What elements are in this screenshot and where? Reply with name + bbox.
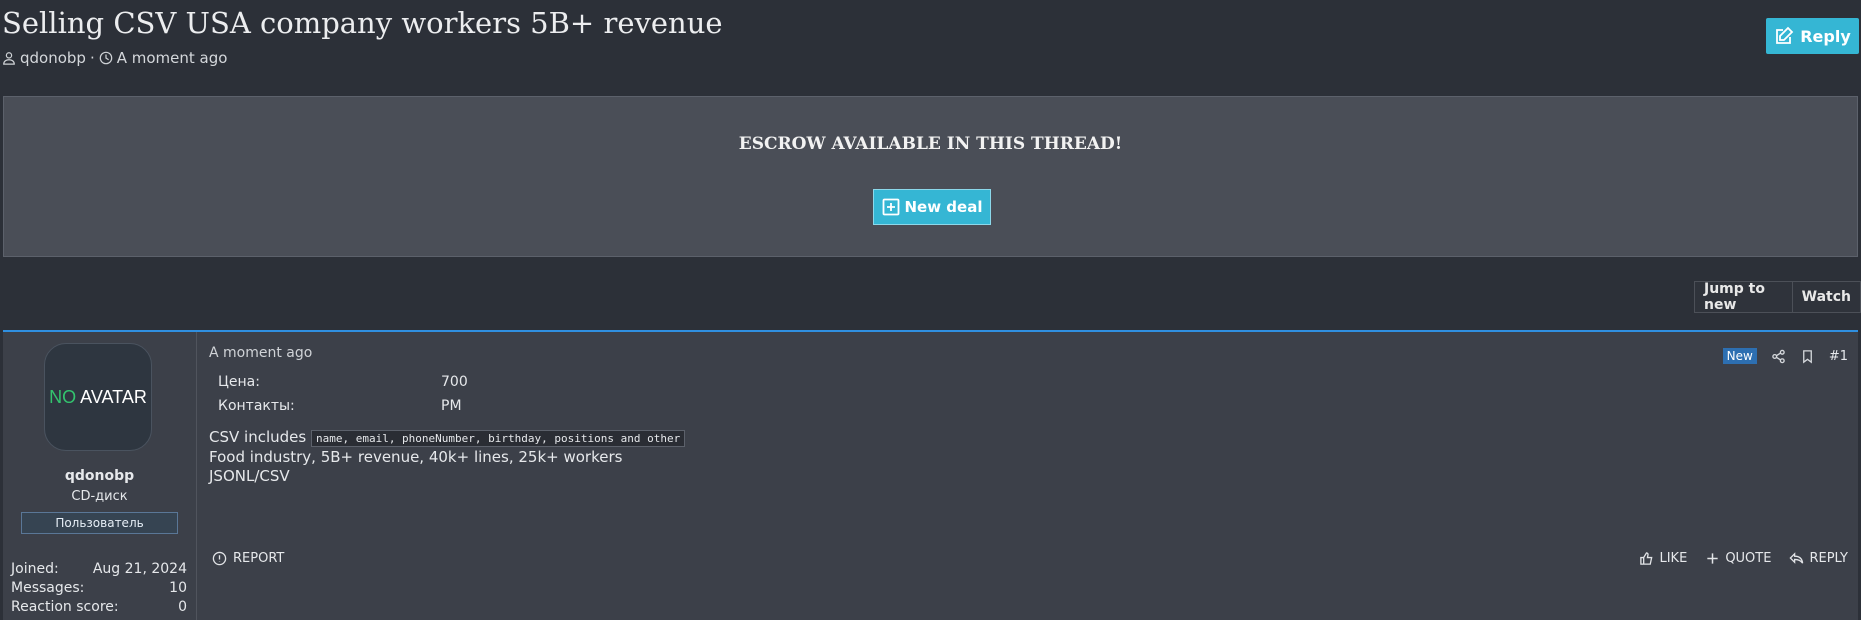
- post-number[interactable]: #1: [1829, 349, 1848, 364]
- like-button[interactable]: LIKE: [1639, 551, 1687, 566]
- bookmark-icon[interactable]: [1800, 349, 1815, 364]
- content-line: Food industry, 5B+ revenue, 40k+ lines, …: [209, 448, 623, 466]
- user-title: CD-диск: [71, 489, 128, 504]
- stat-joined: Joined: Aug 21, 2024: [11, 561, 187, 577]
- thread-author[interactable]: qdonobp: [20, 49, 86, 67]
- field-value: PM: [441, 398, 462, 414]
- post-footer: REPORT LIKE QUOTE REPLY: [206, 551, 1858, 575]
- user-cell: NO AVATAR qdonobp CD-диск Пользователь J…: [3, 332, 197, 620]
- watch-button[interactable]: Watch: [1791, 282, 1860, 312]
- clock-icon: [99, 51, 113, 65]
- thread-actions: Jump to new Watch: [1694, 281, 1861, 313]
- stat-label: Reaction score:: [11, 599, 119, 615]
- alert-circle-icon: [212, 551, 227, 566]
- stat-value: 0: [178, 599, 187, 615]
- escrow-banner: ESCROW AVAILABLE IN THIS THREAD! New dea…: [3, 96, 1858, 257]
- reply-post-button[interactable]: REPLY: [1789, 551, 1848, 566]
- reply-button-label: Reply: [1800, 26, 1851, 46]
- thread-meta: qdonobp · A moment ago: [2, 49, 227, 67]
- post-tools: New #1: [1722, 348, 1848, 364]
- quote-button[interactable]: QUOTE: [1705, 551, 1771, 566]
- stat-label: Joined:: [11, 561, 59, 577]
- plus-icon: [1707, 553, 1718, 564]
- post-actions: LIKE QUOTE REPLY: [1639, 551, 1848, 566]
- new-deal-button[interactable]: New deal: [873, 189, 991, 225]
- content-line: JSONL/CSV: [209, 467, 290, 485]
- share-icon[interactable]: [1771, 349, 1786, 364]
- stat-label: Messages:: [11, 580, 85, 596]
- quote-label: QUOTE: [1725, 551, 1772, 566]
- reply-button[interactable]: Reply: [1766, 18, 1859, 54]
- report-label: REPORT: [233, 551, 285, 566]
- reply-icon: [1789, 552, 1804, 564]
- post: NO AVATAR qdonobp CD-диск Пользователь J…: [3, 330, 1858, 620]
- avatar-text: AVATAR: [80, 386, 147, 407]
- post-time[interactable]: A moment ago: [209, 345, 312, 361]
- meta-separator: ·: [89, 49, 95, 67]
- escrow-text: ESCROW AVAILABLE IN THIS THREAD!: [738, 134, 1123, 154]
- stat-value: Aug 21, 2024: [92, 561, 187, 577]
- post-body: A moment ago New #1 Цена: 700 Контакты: …: [206, 340, 1858, 620]
- field-value: 700: [441, 374, 468, 390]
- reply-post-label: REPLY: [1809, 551, 1848, 566]
- stat-messages: Messages: 10: [11, 580, 187, 596]
- report-button[interactable]: REPORT: [212, 551, 284, 566]
- new-badge: New: [1722, 348, 1757, 364]
- like-label: LIKE: [1659, 551, 1688, 566]
- thread-time[interactable]: A moment ago: [117, 49, 228, 67]
- stat-value[interactable]: 10: [169, 580, 187, 596]
- avatar-no: NO: [49, 386, 77, 407]
- plus-square-icon: [882, 198, 899, 216]
- content-text: CSV includes: [209, 428, 307, 446]
- username[interactable]: qdonobp: [3, 468, 196, 484]
- jump-to-new-button[interactable]: Jump to new: [1695, 281, 1792, 313]
- stat-reaction-score: Reaction score: 0: [11, 599, 187, 615]
- inline-code: name, email, phoneNumber, birthday, posi…: [310, 430, 686, 447]
- thread-title: Selling CSV USA company workers 5B+ reve…: [2, 6, 723, 40]
- field-label: Цена:: [218, 374, 260, 390]
- content-line: CSV includes name, email, phoneNumber, b…: [209, 428, 686, 448]
- field-price: Цена: 700: [218, 374, 468, 390]
- avatar[interactable]: NO AVATAR: [44, 343, 152, 451]
- post-content: CSV includes name, email, phoneNumber, b…: [209, 428, 686, 486]
- edit-icon: [1776, 26, 1794, 44]
- new-deal-label: New deal: [904, 198, 983, 216]
- field-contacts: Контакты: PM: [218, 398, 462, 414]
- field-label: Контакты:: [218, 398, 295, 414]
- user-icon: [3, 52, 15, 65]
- user-badge: Пользователь: [21, 512, 178, 534]
- thumbs-up-icon: [1640, 552, 1653, 565]
